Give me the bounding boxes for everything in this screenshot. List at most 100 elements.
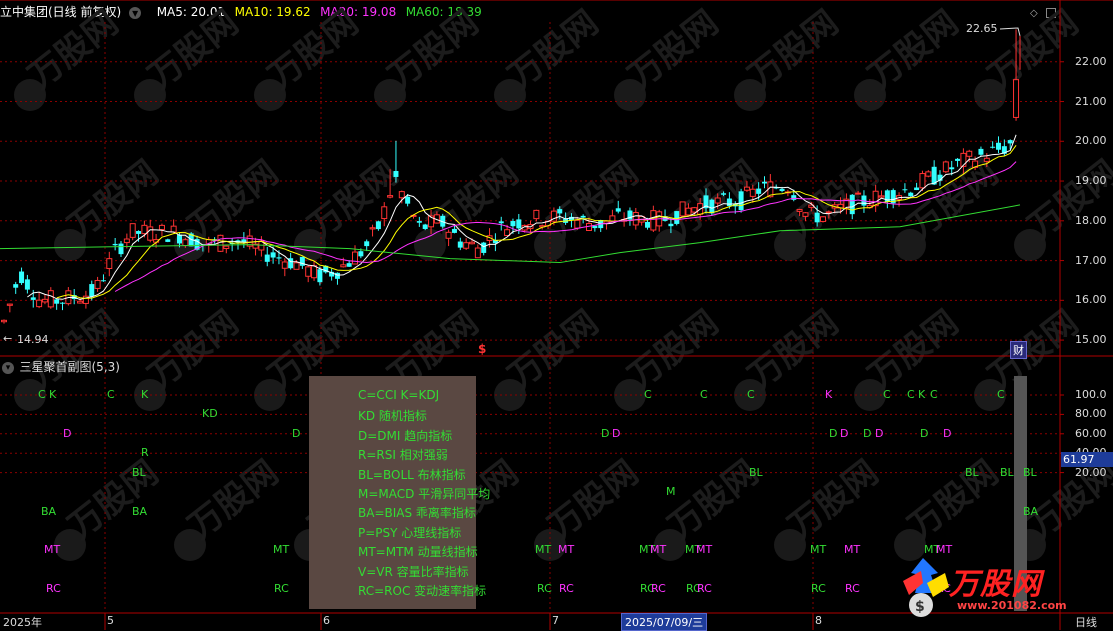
signal-marker: RC	[697, 582, 712, 595]
signal-marker: MT	[844, 543, 861, 556]
candle-body-down	[100, 280, 106, 282]
signal-marker: C	[107, 388, 115, 401]
watermark-text: 万股网	[541, 153, 646, 247]
signal-marker: C	[997, 388, 1005, 401]
watermark-text: 万股网	[21, 3, 126, 97]
signal-marker: C	[700, 388, 708, 401]
watermark-text: 万股网	[501, 3, 606, 97]
watermark-text: 万股网	[981, 303, 1086, 397]
candle-body-up	[445, 231, 452, 239]
sub-chart-title[interactable]: 三星聚首副图(5,3)	[20, 360, 120, 374]
signal-marker: BL	[132, 466, 146, 479]
legend-item: R=RSI 相对强弱	[358, 448, 448, 463]
candle-body-up	[158, 224, 165, 231]
signal-marker: MT	[535, 543, 552, 556]
time-axis-label: 6	[323, 614, 330, 627]
candle-body-up	[802, 212, 809, 217]
signal-marker: D	[601, 427, 610, 440]
signal-marker: RC	[845, 582, 860, 595]
candle-body-up	[311, 265, 318, 279]
legend-item: V=VR 容量比率指标	[358, 564, 469, 579]
high-price-label: 22.65	[966, 22, 998, 35]
signal-marker: D	[875, 427, 884, 440]
signal-marker: K	[141, 388, 149, 401]
candle-body-up	[966, 150, 973, 157]
logo-emblem-icon: $	[903, 558, 949, 617]
candle-body-down	[276, 257, 282, 259]
signal-marker: C	[883, 388, 891, 401]
candle-body-down	[814, 212, 820, 223]
candle-body-down	[375, 221, 381, 230]
candle-body-down	[580, 215, 586, 218]
candle-body-up	[504, 229, 511, 236]
candle-body-up	[41, 298, 48, 303]
candle-body-up	[714, 197, 721, 204]
candle-body-down	[60, 302, 65, 304]
signal-marker: K	[825, 388, 833, 401]
candle-body-up	[340, 264, 347, 268]
kline-chart[interactable]: 万股网 万股网 万股网 万股网 万股网 万股网 万股网 万股网 万股网万股网 万股网 万股网 万股网万…	[0, 0, 1113, 630]
legend-item: KD 随机指标	[358, 409, 427, 424]
candle-body-up	[796, 209, 803, 212]
cursor-date-label: 2025/07/09/三	[621, 613, 708, 631]
watermark-text: 万股网	[21, 303, 126, 397]
watermark-text: 万股网	[901, 153, 1006, 247]
watermark-text: 万股网	[741, 3, 846, 97]
candle-body-down	[762, 181, 767, 184]
candle-body-up	[691, 207, 698, 213]
watermark-text: 万股网	[181, 453, 286, 547]
candle-body-down	[30, 297, 36, 300]
candle-body-down	[422, 224, 428, 229]
price-axis-label: 22.00	[1075, 54, 1107, 68]
candle-body-up	[469, 241, 475, 245]
candle-body-down	[13, 284, 19, 288]
value-axis-label: 20.00	[1075, 465, 1107, 479]
candle-body-up	[463, 242, 470, 249]
candle-body-up	[398, 191, 405, 199]
signal-marker: D	[920, 427, 929, 440]
signal-marker: C	[930, 388, 938, 401]
candle-body-down	[405, 196, 411, 204]
candle-body-down	[457, 241, 463, 248]
signal-marker: C	[644, 388, 652, 401]
candle-body-down	[674, 211, 680, 224]
candle-body-down	[165, 239, 171, 242]
finance-marker[interactable]: 财	[1010, 341, 1027, 359]
candle-body-down	[346, 263, 352, 267]
candle-body-up	[77, 300, 84, 304]
price-axis-label: 16.00	[1075, 293, 1107, 307]
candle-body-up	[855, 192, 862, 195]
s-marker[interactable]: $	[478, 342, 486, 356]
signal-marker: M	[666, 485, 676, 498]
price-axis-label: 21.00	[1075, 94, 1107, 108]
price-axis-label: 15.00	[1075, 333, 1107, 347]
candle-body-up	[293, 262, 300, 270]
candle-body-up	[352, 251, 358, 265]
value-axis-label: 100.0	[1075, 388, 1107, 401]
watermark-text: 万股网	[501, 303, 606, 397]
candle-body-down	[112, 243, 118, 246]
candle-body-down	[955, 158, 961, 161]
signal-marker: RC	[651, 582, 666, 595]
legend-item: C=CCI K=KDJ	[358, 388, 440, 402]
candle-body-up	[281, 261, 288, 269]
signal-marker: MT	[650, 543, 667, 556]
signal-marker: MT	[558, 543, 575, 556]
brand-name: 万股网	[949, 567, 1042, 602]
price-axis-label: 19.00	[1075, 174, 1107, 188]
candle-body-down	[393, 170, 399, 177]
candle-body-up	[820, 216, 826, 222]
watermark-text: 万股网	[621, 3, 726, 97]
chevron-down-icon[interactable]: ▾	[2, 362, 14, 374]
signal-marker: D	[840, 427, 849, 440]
candle-body-up	[632, 212, 639, 226]
candle-body-up	[47, 290, 54, 308]
candle-body-down	[557, 209, 563, 214]
sub-chart-header: ▾ 三星聚首副图(5,3)	[2, 358, 120, 375]
candle-body-up	[305, 266, 312, 277]
low-price-arrow: ←	[3, 332, 13, 345]
watermark-text: 万股网	[1021, 153, 1113, 247]
candle-body-down	[177, 234, 182, 244]
candle-body-down	[264, 254, 270, 262]
candle-body-down	[668, 223, 674, 227]
